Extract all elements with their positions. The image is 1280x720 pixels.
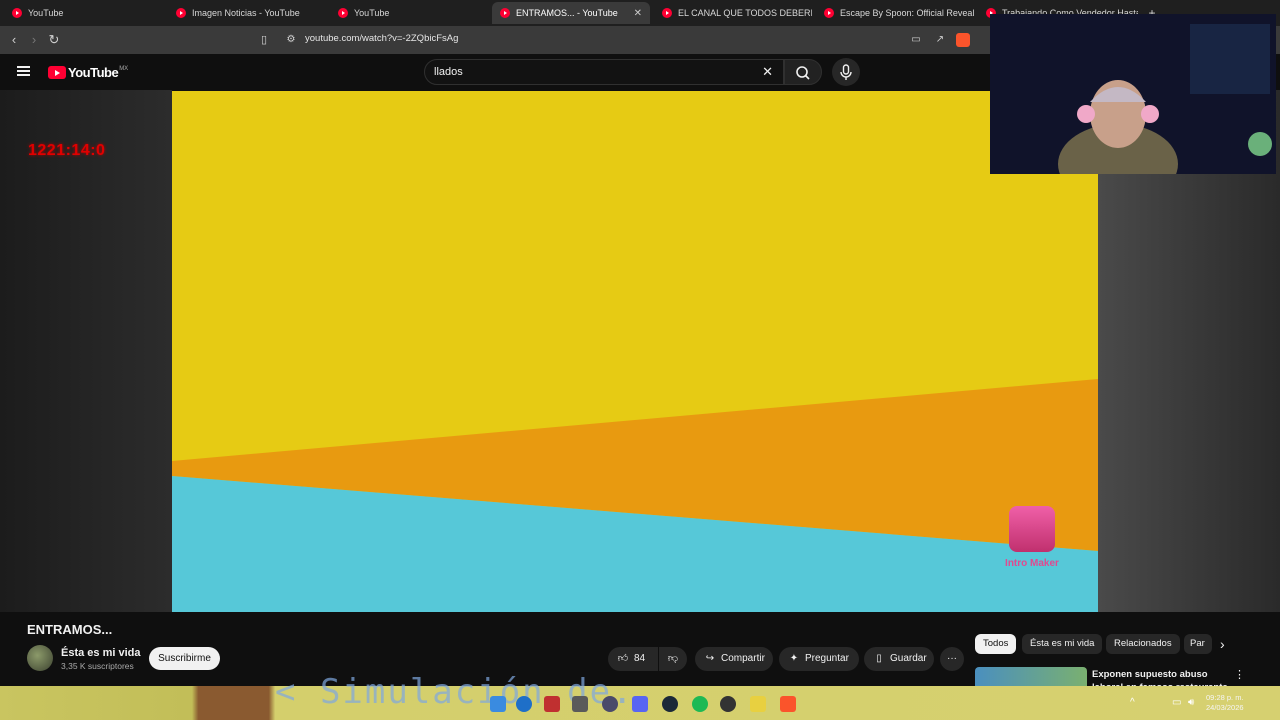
chrome-icon[interactable]	[720, 696, 736, 712]
like-button[interactable]: 👍︎ 84	[608, 647, 658, 671]
volume-icon[interactable]: 🔊︎	[1188, 697, 1194, 708]
taskbar-clock[interactable]: 09:28 p. m. 24/03/2026	[1206, 693, 1244, 713]
chip-channel[interactable]: Ésta es mi vida	[1022, 634, 1103, 654]
dislike-button[interactable]: 👎︎	[659, 647, 687, 671]
browser-tab[interactable]: Escape By Spoon: Official Reveal Trai	[816, 2, 974, 24]
tab-title: YouTube	[354, 8, 390, 18]
stream-timer-overlay: 1221:14:0	[28, 142, 106, 159]
ask-button[interactable]: ✦ Preguntar	[779, 647, 859, 671]
obs-icon[interactable]	[602, 696, 618, 712]
browser-tab[interactable]: EL CANAL QUE TODOS DEBERIAMOS	[654, 2, 812, 24]
video-player[interactable]	[172, 91, 1098, 612]
webcam-overlay	[990, 14, 1276, 174]
tab-title: YouTube	[28, 8, 64, 18]
tray-chevron-up-icon[interactable]: ^	[1130, 697, 1135, 708]
app-icon[interactable]	[572, 696, 588, 712]
thumbs-down-icon: 👎︎	[667, 653, 679, 664]
intro-maker-watermark: Intro Maker	[1000, 506, 1064, 569]
player-left-backdrop	[0, 90, 172, 612]
microphone-icon	[840, 64, 852, 80]
more-actions-button[interactable]: ···	[940, 647, 964, 671]
youtube-favicon-icon	[12, 8, 22, 18]
video-frame	[172, 91, 1098, 612]
subscribe-button[interactable]: Suscribirme	[149, 647, 220, 670]
subscriber-count: 3,35 K suscriptores	[61, 661, 134, 671]
cast-icon[interactable]: ▭	[908, 32, 924, 48]
share-page-icon[interactable]: ↗	[932, 32, 948, 48]
youtube-favicon-icon	[338, 8, 348, 18]
steam-icon[interactable]	[662, 696, 678, 712]
save-button[interactable]: ▯ Guardar	[864, 647, 934, 671]
voice-search-button[interactable]	[832, 58, 860, 86]
chip-more[interactable]: Par	[1184, 634, 1212, 654]
bookmark-icon[interactable]: ▯	[256, 32, 272, 48]
clear-search-icon[interactable]: ✕	[762, 64, 773, 80]
more-horizontal-icon: ···	[947, 653, 957, 664]
youtube-favicon-icon	[662, 8, 672, 18]
youtube-play-icon	[48, 66, 66, 79]
reload-icon[interactable]: ↻	[46, 32, 62, 48]
bookmark-save-icon: ▯	[876, 653, 882, 664]
youtube-favicon-icon	[176, 8, 186, 18]
video-title: ENTRAMOS...	[27, 622, 113, 637]
spotify-icon[interactable]	[692, 696, 708, 712]
brave-shield-icon[interactable]	[956, 33, 970, 47]
site-info-icon[interactable]: ⚙	[283, 32, 299, 48]
share-button[interactable]: ↪ Compartir	[695, 647, 773, 671]
menu-icon[interactable]	[17, 66, 30, 76]
youtube-favicon-icon	[824, 8, 834, 18]
youtube-logo[interactable]: YouTube MX	[48, 65, 128, 80]
search-button[interactable]	[784, 59, 822, 85]
stream-banner-overlay: < Simulación de...	[275, 672, 680, 712]
search-icon	[796, 66, 810, 80]
notes-icon[interactable]	[750, 696, 766, 712]
sparkle-icon: ✦	[789, 653, 799, 664]
chip-all[interactable]: Todos	[975, 634, 1017, 654]
share-icon: ↪	[705, 653, 715, 664]
windows-start-icon[interactable]	[490, 696, 506, 712]
channel-name[interactable]: Ésta es mi vida	[61, 647, 141, 659]
more-vertical-icon[interactable]: ⋮	[1234, 668, 1245, 681]
address-bar[interactable]: youtube.com/watch?v=-2ZQbicFsAg	[305, 33, 458, 44]
browser-tab[interactable]: YouTube	[4, 2, 164, 24]
camera-icon	[1009, 506, 1055, 552]
like-count: 84	[634, 653, 646, 664]
browser-tab-active[interactable]: ENTRAMOS... - YouTube ✕	[492, 2, 650, 24]
brave-browser-icon[interactable]	[780, 696, 796, 712]
tab-title: EL CANAL QUE TODOS DEBERIAMOS	[678, 8, 812, 18]
streamer-webcam-image	[990, 14, 1276, 174]
forward-arrow-icon[interactable]: ›	[26, 32, 42, 48]
browser-tab[interactable]: Imagen Noticias - YouTube	[168, 2, 326, 24]
back-arrow-icon[interactable]: ‹	[6, 32, 22, 48]
thumbs-up-icon: 👍︎	[617, 653, 629, 664]
tab-title: Escape By Spoon: Official Reveal Trai	[840, 8, 974, 18]
browser-tab[interactable]: YouTube	[330, 2, 488, 24]
channel-avatar[interactable]	[27, 645, 53, 671]
search-input[interactable]: llados ✕	[424, 59, 784, 85]
chip-related[interactable]: Relacionados	[1106, 634, 1180, 654]
video-editor-icon[interactable]	[544, 696, 560, 712]
discord-icon[interactable]	[632, 696, 648, 712]
tab-title: ENTRAMOS... - YouTube	[516, 8, 618, 18]
edge-icon[interactable]	[516, 696, 532, 712]
tab-title: Imagen Noticias - YouTube	[192, 8, 300, 18]
chevron-right-icon[interactable]: ›	[1220, 636, 1225, 652]
youtube-favicon-icon	[500, 8, 510, 18]
network-icon[interactable]: ▭	[1172, 697, 1181, 708]
close-tab-icon[interactable]: ✕	[626, 8, 642, 19]
